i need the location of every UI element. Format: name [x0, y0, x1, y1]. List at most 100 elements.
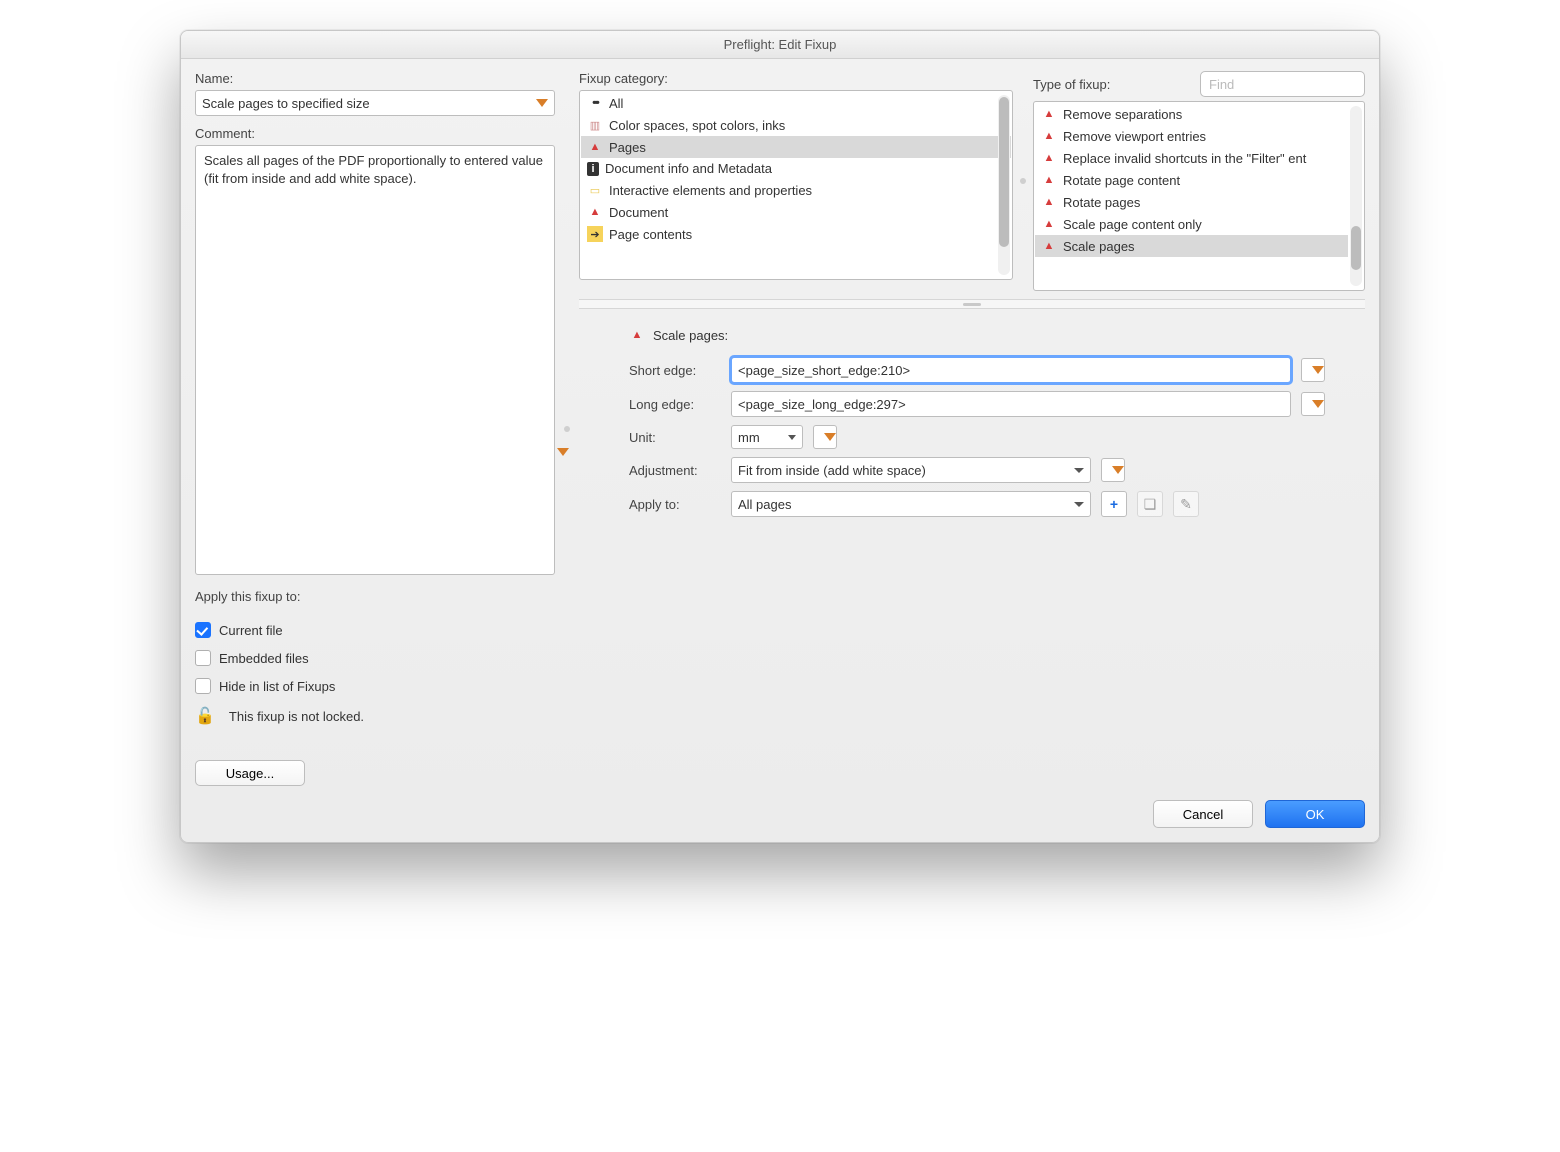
long-edge-value: <page_size_long_edge:297>	[738, 397, 906, 412]
unit-picker[interactable]	[813, 425, 837, 449]
long-edge-picker[interactable]	[1301, 392, 1325, 416]
comment-text: Scales all pages of the PDF proportional…	[204, 153, 543, 186]
category-item[interactable]: ▲ Pages	[581, 136, 1011, 158]
panel-splitter-mid[interactable]	[1019, 71, 1027, 291]
horizontal-splitter[interactable]	[579, 299, 1365, 309]
checkbox-hide-in-list[interactable]	[195, 678, 211, 694]
duplicate-rule-button[interactable]: ❏	[1137, 491, 1163, 517]
category-item-label: Pages	[609, 140, 646, 155]
unit-label: Unit:	[629, 430, 721, 445]
pdf-icon: ▲	[1041, 238, 1057, 254]
fixup-type-item[interactable]: ▲Scale page content only	[1035, 213, 1348, 235]
caret-down-icon	[1312, 400, 1324, 408]
cancel-button[interactable]: Cancel	[1153, 800, 1253, 828]
edit-rule-button[interactable]: ✎	[1173, 491, 1199, 517]
fixup-type-item-label: Rotate page content	[1063, 173, 1180, 188]
find-placeholder: Find	[1209, 77, 1234, 92]
category-item[interactable]: ▲ Document	[581, 201, 1011, 223]
apply-to-value: All pages	[738, 497, 791, 512]
lock-icon: 🔓	[195, 706, 215, 726]
adjustment-select[interactable]: Fit from inside (add white space)	[731, 457, 1091, 483]
fixup-type-item-label: Scale page content only	[1063, 217, 1202, 232]
category-item-label: Page contents	[609, 227, 692, 242]
expand-toggle[interactable]	[555, 441, 569, 463]
scrollbar-thumb[interactable]	[1351, 226, 1361, 270]
name-dropdown-caret[interactable]	[524, 91, 548, 115]
form-title: Scale pages:	[653, 328, 728, 343]
pdf-icon: ▲	[1041, 172, 1057, 188]
checkbox-embedded-files[interactable]	[195, 650, 211, 666]
pdf-icon: ▲	[587, 139, 603, 155]
adjustment-value: Fit from inside (add white space)	[738, 463, 926, 478]
category-item-label: Interactive elements and properties	[609, 183, 812, 198]
category-item[interactable]: •••All	[581, 92, 1011, 114]
usage-button[interactable]: Usage...	[195, 760, 305, 786]
grip-icon	[963, 303, 981, 306]
fixup-type-item-label: Remove viewport entries	[1063, 129, 1206, 144]
dialog-window: Preflight: Edit Fixup Name: Scale pages …	[180, 30, 1380, 843]
add-rule-button[interactable]: +	[1101, 491, 1127, 517]
fixup-type-item[interactable]: ▲Rotate pages	[1035, 191, 1348, 213]
checkbox-current-file-label: Current file	[219, 623, 283, 638]
category-item[interactable]: ➔ Page contents	[581, 223, 1011, 245]
unit-value: mm	[738, 430, 760, 445]
fixup-type-item[interactable]: ▲ Remove viewport entries	[1035, 125, 1348, 147]
short-edge-value: <page_size_short_edge:210>	[738, 363, 910, 378]
comment-label: Comment:	[195, 126, 555, 141]
pdf-icon: ▲	[629, 327, 645, 343]
apply-to-select[interactable]: All pages	[731, 491, 1091, 517]
comment-textarea[interactable]: Scales all pages of the PDF proportional…	[195, 145, 555, 575]
left-panel: Name: Scale pages to specified size Comm…	[195, 71, 555, 786]
chevron-down-icon	[1074, 502, 1084, 507]
caret-down-icon	[557, 448, 569, 456]
category-listbox[interactable]: •••All ▥ Color spaces, spot colors, inks ▲ P…	[579, 90, 1013, 280]
adjustment-picker[interactable]	[1101, 458, 1125, 482]
fixup-type-listbox[interactable]: ▲Remove separations▲Remove viewport entr…	[1033, 101, 1365, 291]
category-item[interactable]: ▥ Color spaces, spot colors, inks	[581, 114, 1011, 136]
fixup-type-item[interactable]: ▲ Scale pages	[1035, 235, 1348, 257]
fixup-form: ▲ Scale pages: Short edge: <page_size_sh…	[579, 317, 1365, 525]
fixup-type-item[interactable]: ▲ Replace invalid shortcuts in the "Filte…	[1035, 147, 1348, 169]
fixup-type-item-label: Replace invalid shortcuts in the "Filter…	[1063, 151, 1306, 166]
scrollbar[interactable]	[998, 95, 1010, 275]
category-item-label: All	[609, 96, 623, 111]
long-edge-input[interactable]: <page_size_long_edge:297>	[731, 391, 1291, 417]
category-item-label: Color spaces, spot colors, inks	[609, 118, 785, 133]
checkbox-current-file[interactable]	[195, 622, 211, 638]
long-edge-label: Long edge:	[629, 397, 721, 412]
scrollbar[interactable]	[1350, 106, 1362, 286]
arrow-icon: ➔	[587, 226, 603, 242]
find-input[interactable]: Find	[1200, 71, 1365, 97]
pdf-icon: ▲	[1041, 150, 1057, 166]
fixup-type-label: Type of fixup:	[1033, 77, 1110, 92]
fixup-type-item[interactable]: ▲Remove separations	[1035, 103, 1348, 125]
grip-icon	[1020, 178, 1026, 184]
scrollbar-thumb[interactable]	[999, 97, 1009, 247]
swatch-icon: ▥	[587, 117, 603, 133]
dialog-footer: Cancel OK	[181, 800, 1379, 842]
name-dropdown[interactable]: Scale pages to specified size	[195, 90, 555, 116]
category-item[interactable]: i Document info and Metadata	[581, 158, 1011, 179]
unit-select[interactable]: mm	[731, 425, 803, 449]
category-item-label: Document info and Metadata	[605, 161, 772, 176]
pdf-icon: ▲	[1041, 106, 1057, 122]
pdf-icon: ▲	[587, 204, 603, 220]
fixup-type-item[interactable]: ▲ Rotate page content	[1035, 169, 1348, 191]
category-item[interactable]: ▭ Interactive elements and properties	[581, 179, 1011, 201]
category-item-label: Document	[609, 205, 668, 220]
pdf-icon: ▲	[1041, 128, 1057, 144]
panel-splitter-left[interactable]	[563, 71, 571, 786]
info-icon: i	[587, 162, 599, 176]
name-label: Name:	[195, 71, 555, 86]
caret-down-icon	[824, 433, 836, 441]
chevron-down-icon	[788, 435, 796, 440]
short-edge-picker[interactable]	[1301, 358, 1325, 382]
short-edge-input[interactable]: <page_size_short_edge:210>	[731, 357, 1291, 383]
fixup-type-item-label: Scale pages	[1063, 239, 1135, 254]
note-icon: ▭	[587, 182, 603, 198]
pdf-icon: ▲	[1041, 194, 1057, 210]
ok-button[interactable]: OK	[1265, 800, 1365, 828]
checkbox-hide-in-list-label: Hide in list of Fixups	[219, 679, 335, 694]
short-edge-label: Short edge:	[629, 363, 721, 378]
adjustment-label: Adjustment:	[629, 463, 721, 478]
